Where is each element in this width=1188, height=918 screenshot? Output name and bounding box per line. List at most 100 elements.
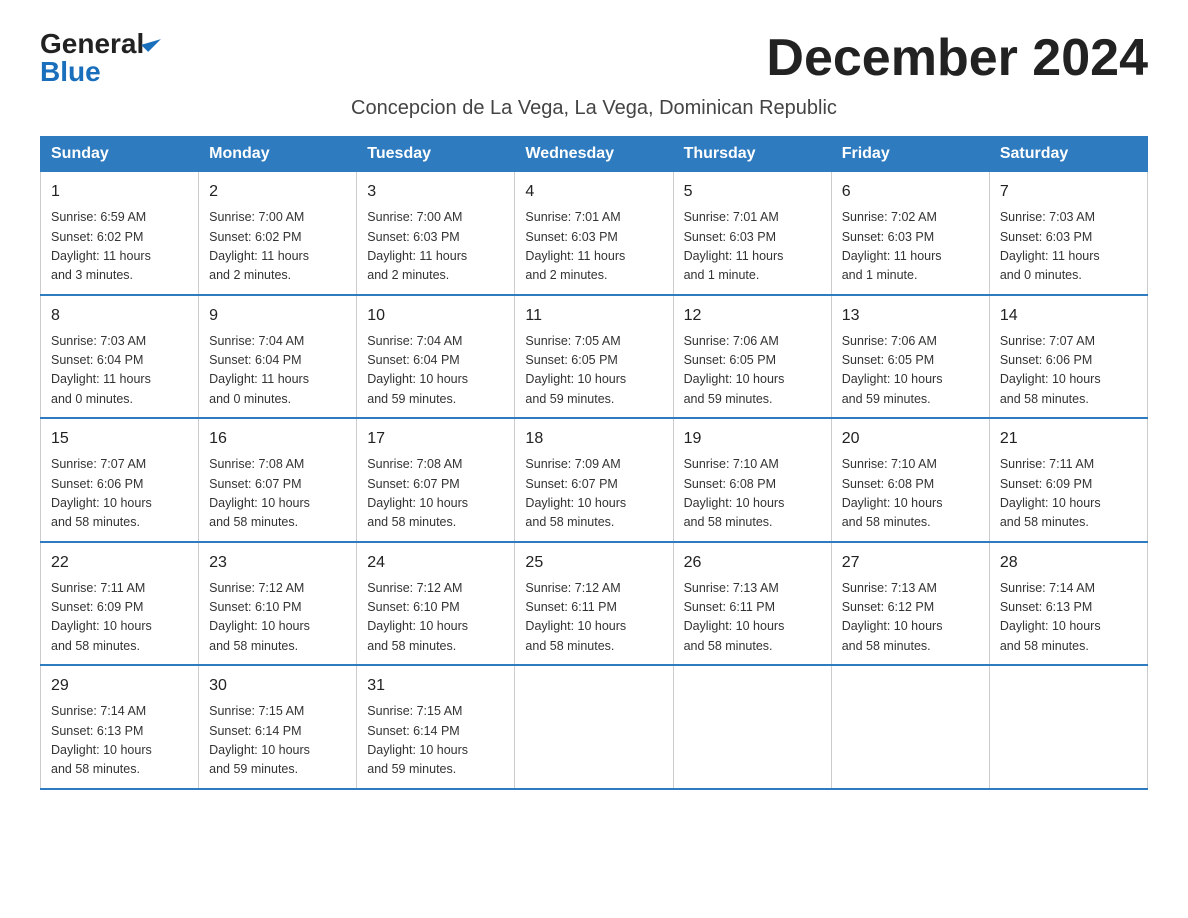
day-number: 12 [684, 304, 821, 328]
day-number: 3 [367, 180, 504, 204]
day-number: 9 [209, 304, 346, 328]
day-number: 23 [209, 551, 346, 575]
day-number: 25 [525, 551, 662, 575]
day-info: Sunrise: 7:09 AM Sunset: 6:07 PM Dayligh… [525, 455, 662, 533]
day-info: Sunrise: 7:13 AM Sunset: 6:11 PM Dayligh… [684, 579, 821, 657]
calendar-day-cell: 17 Sunrise: 7:08 AM Sunset: 6:07 PM Dayli… [357, 418, 515, 542]
day-number: 16 [209, 427, 346, 451]
calendar-day-cell: 2Sunrise: 7:00 AM Sunset: 6:02 PM Daylig… [199, 172, 357, 295]
day-info: Sunrise: 7:11 AM Sunset: 6:09 PM Dayligh… [1000, 455, 1137, 533]
calendar-week-row: 22 Sunrise: 7:11 AM Sunset: 6:09 PM Dayli… [41, 542, 1148, 666]
day-info: Sunrise: 7:12 AM Sunset: 6:10 PM Dayligh… [209, 579, 346, 657]
calendar-day-cell: 27Sunrise: 7:13 AM Sunset: 6:12 PM Dayli… [831, 542, 989, 666]
day-number: 31 [367, 674, 504, 698]
logo: General Blue [40, 30, 156, 86]
day-number: 27 [842, 551, 979, 575]
day-info: Sunrise: 6:59 AM Sunset: 6:02 PM Dayligh… [51, 208, 188, 286]
day-info: Sunrise: 7:05 AM Sunset: 6:05 PM Dayligh… [525, 332, 662, 410]
calendar-day-cell: 25 Sunrise: 7:12 AM Sunset: 6:11 PM Dayli… [515, 542, 673, 666]
calendar-header: SundayMondayTuesdayWednesdayThursdayFrid… [41, 137, 1148, 172]
day-number: 28 [1000, 551, 1137, 575]
day-info: Sunrise: 7:10 AM Sunset: 6:08 PM Dayligh… [842, 455, 979, 533]
day-number: 6 [842, 180, 979, 204]
calendar-day-cell: 9 Sunrise: 7:04 AM Sunset: 6:04 PM Daylig… [199, 295, 357, 419]
day-info: Sunrise: 7:06 AM Sunset: 6:05 PM Dayligh… [684, 332, 821, 410]
calendar-day-cell: 7 Sunrise: 7:03 AM Sunset: 6:03 PM Daylig… [989, 172, 1147, 295]
calendar-week-row: 8Sunrise: 7:03 AM Sunset: 6:04 PM Daylig… [41, 295, 1148, 419]
month-title: December 2024 [766, 30, 1148, 87]
calendar-day-cell: 8Sunrise: 7:03 AM Sunset: 6:04 PM Daylig… [41, 295, 199, 419]
day-number: 30 [209, 674, 346, 698]
day-info: Sunrise: 7:04 AM Sunset: 6:04 PM Dayligh… [367, 332, 504, 410]
day-info: Sunrise: 7:07 AM Sunset: 6:06 PM Dayligh… [1000, 332, 1137, 410]
day-header-wednesday: Wednesday [515, 137, 673, 172]
day-number: 29 [51, 674, 188, 698]
day-number: 4 [525, 180, 662, 204]
day-info: Sunrise: 7:15 AM Sunset: 6:14 PM Dayligh… [367, 702, 504, 780]
day-info: Sunrise: 7:14 AM Sunset: 6:13 PM Dayligh… [51, 702, 188, 780]
calendar-day-cell: 5 Sunrise: 7:01 AM Sunset: 6:03 PM Daylig… [673, 172, 831, 295]
day-number: 19 [684, 427, 821, 451]
calendar-day-cell: 24Sunrise: 7:12 AM Sunset: 6:10 PM Dayli… [357, 542, 515, 666]
day-info: Sunrise: 7:04 AM Sunset: 6:04 PM Dayligh… [209, 332, 346, 410]
day-number: 5 [684, 180, 821, 204]
day-header-thursday: Thursday [673, 137, 831, 172]
calendar-day-cell: 20 Sunrise: 7:10 AM Sunset: 6:08 PM Dayli… [831, 418, 989, 542]
calendar-day-cell: 4 Sunrise: 7:01 AM Sunset: 6:03 PM Daylig… [515, 172, 673, 295]
calendar-day-cell: 11 Sunrise: 7:05 AM Sunset: 6:05 PM Dayli… [515, 295, 673, 419]
day-number: 14 [1000, 304, 1137, 328]
day-number: 13 [842, 304, 979, 328]
logo-general: General [40, 30, 144, 58]
day-number: 11 [525, 304, 662, 328]
calendar-day-cell: 12 Sunrise: 7:06 AM Sunset: 6:05 PM Dayli… [673, 295, 831, 419]
day-number: 20 [842, 427, 979, 451]
day-number: 18 [525, 427, 662, 451]
calendar-day-cell: 26 Sunrise: 7:13 AM Sunset: 6:11 PM Dayli… [673, 542, 831, 666]
calendar-day-cell: 6 Sunrise: 7:02 AM Sunset: 6:03 PM Daylig… [831, 172, 989, 295]
calendar-day-cell: 21 Sunrise: 7:11 AM Sunset: 6:09 PM Dayli… [989, 418, 1147, 542]
day-number: 21 [1000, 427, 1137, 451]
calendar-day-cell: 16Sunrise: 7:08 AM Sunset: 6:07 PM Dayli… [199, 418, 357, 542]
day-header-monday: Monday [199, 137, 357, 172]
day-number: 26 [684, 551, 821, 575]
day-info: Sunrise: 7:10 AM Sunset: 6:08 PM Dayligh… [684, 455, 821, 533]
day-number: 15 [51, 427, 188, 451]
calendar-day-cell: 1 Sunrise: 6:59 AM Sunset: 6:02 PM Daylig… [41, 172, 199, 295]
day-header-tuesday: Tuesday [357, 137, 515, 172]
calendar-day-cell: 28 Sunrise: 7:14 AM Sunset: 6:13 PM Dayli… [989, 542, 1147, 666]
calendar-week-row: 1 Sunrise: 6:59 AM Sunset: 6:02 PM Daylig… [41, 172, 1148, 295]
calendar-table: SundayMondayTuesdayWednesdayThursdayFrid… [40, 136, 1148, 790]
day-header-sunday: Sunday [41, 137, 199, 172]
day-number: 7 [1000, 180, 1137, 204]
calendar-day-cell [515, 665, 673, 789]
day-header-friday: Friday [831, 137, 989, 172]
calendar-day-cell: 14 Sunrise: 7:07 AM Sunset: 6:06 PM Dayli… [989, 295, 1147, 419]
location-subtitle: Concepcion de La Vega, La Vega, Dominica… [40, 97, 1148, 120]
calendar-day-cell: 23 Sunrise: 7:12 AM Sunset: 6:10 PM Dayli… [199, 542, 357, 666]
day-info: Sunrise: 7:12 AM Sunset: 6:11 PM Dayligh… [525, 579, 662, 657]
calendar-day-cell: 13Sunrise: 7:06 AM Sunset: 6:05 PM Dayli… [831, 295, 989, 419]
day-info: Sunrise: 7:02 AM Sunset: 6:03 PM Dayligh… [842, 208, 979, 286]
calendar-day-cell: 15Sunrise: 7:07 AM Sunset: 6:06 PM Dayli… [41, 418, 199, 542]
day-number: 24 [367, 551, 504, 575]
calendar-day-cell [989, 665, 1147, 789]
day-info: Sunrise: 7:11 AM Sunset: 6:09 PM Dayligh… [51, 579, 188, 657]
day-info: Sunrise: 7:00 AM Sunset: 6:02 PM Dayligh… [209, 208, 346, 286]
day-number: 1 [51, 180, 188, 204]
calendar-day-cell: 19 Sunrise: 7:10 AM Sunset: 6:08 PM Dayli… [673, 418, 831, 542]
calendar-day-cell: 18 Sunrise: 7:09 AM Sunset: 6:07 PM Dayli… [515, 418, 673, 542]
day-info: Sunrise: 7:01 AM Sunset: 6:03 PM Dayligh… [684, 208, 821, 286]
day-info: Sunrise: 7:01 AM Sunset: 6:03 PM Dayligh… [525, 208, 662, 286]
day-info: Sunrise: 7:03 AM Sunset: 6:03 PM Dayligh… [1000, 208, 1137, 286]
day-info: Sunrise: 7:14 AM Sunset: 6:13 PM Dayligh… [1000, 579, 1137, 657]
calendar-body: 1 Sunrise: 6:59 AM Sunset: 6:02 PM Daylig… [41, 172, 1148, 789]
day-info: Sunrise: 7:08 AM Sunset: 6:07 PM Dayligh… [367, 455, 504, 533]
calendar-day-cell: 3 Sunrise: 7:00 AM Sunset: 6:03 PM Daylig… [357, 172, 515, 295]
calendar-week-row: 15Sunrise: 7:07 AM Sunset: 6:06 PM Dayli… [41, 418, 1148, 542]
day-number: 17 [367, 427, 504, 451]
calendar-day-cell: 30Sunrise: 7:15 AM Sunset: 6:14 PM Dayli… [199, 665, 357, 789]
calendar-day-cell [673, 665, 831, 789]
day-info: Sunrise: 7:00 AM Sunset: 6:03 PM Dayligh… [367, 208, 504, 286]
day-number: 8 [51, 304, 188, 328]
day-number: 22 [51, 551, 188, 575]
